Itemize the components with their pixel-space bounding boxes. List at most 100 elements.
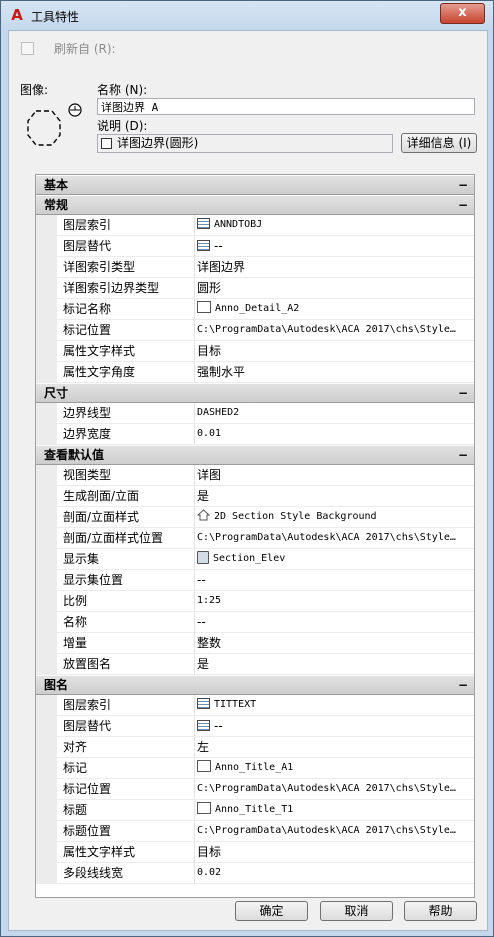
property-value-cell[interactable]: -- — [197, 570, 474, 590]
property-name: 显示集 — [63, 549, 195, 569]
collapse-icon[interactable]: − — [458, 676, 468, 694]
row-gutter — [36, 758, 57, 779]
property-row[interactable]: 对齐左 — [36, 737, 474, 758]
property-row[interactable]: 显示集 Section_Elev — [36, 549, 474, 570]
property-value: 1:25 — [197, 595, 222, 606]
property-value-cell[interactable]: C:\ProgramData\Autodesk\ACA 2017\chs\Sty… — [197, 779, 474, 799]
ok-button[interactable]: 确定 — [235, 901, 308, 921]
collapse-icon[interactable]: − — [458, 176, 468, 194]
property-row[interactable]: 标记 Anno_Title_A1 — [36, 758, 474, 779]
property-row[interactable]: 名称 -- — [36, 612, 474, 633]
description-field[interactable]: 详图边界(圆形) — [97, 134, 393, 153]
category-header[interactable]: 尺寸 − — [36, 383, 474, 403]
property-value-cell[interactable]: -- — [197, 612, 474, 632]
property-value-cell[interactable]: Anno_Title_A1 — [197, 758, 474, 778]
property-value-cell[interactable]: 目标 — [197, 341, 474, 361]
property-value: -- — [214, 239, 223, 253]
property-row[interactable]: 标记位置 C:\ProgramData\Autodesk\ACA 2017\chs… — [36, 320, 474, 341]
collapse-icon[interactable]: − — [458, 446, 468, 464]
property-row[interactable]: 生成剖面/立面是 — [36, 486, 474, 507]
property-value-cell[interactable]: TITTEXT — [197, 695, 474, 715]
detail-boundary-icon — [27, 103, 82, 146]
tool-image-preview[interactable] — [20, 101, 84, 157]
property-row[interactable]: 详图索引边界类型 圆形 — [36, 278, 474, 299]
property-row[interactable]: 边界线型 DASHED2 — [36, 403, 474, 424]
property-value-cell[interactable]: C:\ProgramData\Autodesk\ACA 2017\chs\Sty… — [197, 528, 474, 548]
property-row[interactable]: 属性文字样式 目标 — [36, 842, 474, 863]
property-row[interactable]: 图层索引 ANNDTOBJ — [36, 215, 474, 236]
property-name: 边界线型 — [63, 403, 195, 423]
property-value: -- — [214, 719, 223, 733]
name-input[interactable]: 详图边界 A — [97, 98, 475, 115]
property-value-cell[interactable]: 0.01 — [197, 424, 474, 444]
cancel-button[interactable]: 取消 — [320, 901, 393, 921]
property-row[interactable]: 图层索引 TITTEXT — [36, 695, 474, 716]
row-gutter — [36, 465, 57, 486]
property-row[interactable]: 标记名称 Anno_Detail_A2 — [36, 299, 474, 320]
description-text: 详图边界(圆形) — [117, 136, 199, 150]
property-name: 图层索引 — [63, 695, 195, 715]
property-value-cell[interactable]: DASHED2 — [197, 403, 474, 423]
category-header[interactable]: 图名 − — [36, 675, 474, 695]
title-bar[interactable]: A 工具特性 x — [1, 1, 493, 31]
window-title: 工具特性 — [31, 10, 80, 24]
property-value-cell[interactable]: 0.02 — [197, 863, 474, 883]
property-row[interactable]: 增量 整数 — [36, 633, 474, 654]
row-gutter — [36, 737, 57, 758]
property-value-cell[interactable]: ANNDTOBJ — [197, 215, 474, 235]
close-button[interactable]: x — [440, 3, 485, 24]
property-row[interactable]: 图层替代 -- — [36, 236, 474, 257]
collapse-icon[interactable]: − — [458, 196, 468, 214]
property-value-cell[interactable]: 圆形 — [197, 278, 474, 298]
refresh-from-checkbox[interactable] — [21, 42, 34, 55]
property-value-cell[interactable]: 详图边界 — [197, 257, 474, 277]
property-value-cell[interactable]: C:\ProgramData\Autodesk\ACA 2017\chs\Sty… — [197, 821, 474, 841]
property-row[interactable]: 多段线线宽 0.02 — [36, 863, 474, 884]
property-value-cell[interactable]: 详图 — [197, 465, 474, 485]
category-header[interactable]: 查看默认值 − — [36, 445, 474, 465]
property-value-cell[interactable]: 整数 — [197, 633, 474, 653]
property-value-cell[interactable]: Anno_Detail_A2 — [197, 299, 474, 319]
details-button[interactable]: 详细信息 (I) — [401, 133, 477, 153]
property-value-cell[interactable]: C:\ProgramData\Autodesk\ACA 2017\chs\Sty… — [197, 320, 474, 340]
property-row[interactable]: 标题位置 C:\ProgramData\Autodesk\ACA 2017\chs… — [36, 821, 474, 842]
property-value-cell[interactable]: 左 — [197, 737, 474, 757]
property-row[interactable]: 标题 Anno_Title_T1 — [36, 800, 474, 821]
help-button[interactable]: 帮助 — [404, 901, 477, 921]
property-row[interactable]: 显示集位置 -- — [36, 570, 474, 591]
property-row[interactable]: 比例 1:25 — [36, 591, 474, 612]
property-value: Anno_Title_T1 — [215, 804, 294, 815]
property-value-cell[interactable]: 1:25 — [197, 591, 474, 611]
property-row[interactable]: 视图类型 详图 — [36, 465, 474, 486]
property-name: 显示集位置 — [63, 570, 195, 590]
property-value-cell[interactable]: Anno_Title_T1 — [197, 800, 474, 820]
row-gutter — [36, 403, 57, 424]
property-value-cell[interactable]: 目标 — [197, 842, 474, 862]
image-label: 图像: — [20, 83, 49, 97]
property-row[interactable]: 详图索引类型 详图边界 — [36, 257, 474, 278]
property-name: 标记位置 — [63, 779, 195, 799]
property-row[interactable]: 剖面/立面样式位置 C:\ProgramData\Autodesk\ACA 201… — [36, 528, 474, 549]
property-value-cell[interactable]: -- — [197, 236, 474, 256]
description-label: 说明 (D): — [97, 119, 148, 133]
row-gutter — [36, 528, 57, 549]
property-row[interactable]: 边界宽度 0.01 — [36, 424, 474, 445]
category-header[interactable]: 基本 − — [36, 175, 474, 195]
property-row[interactable]: 标记位置 C:\ProgramData\Autodesk\ACA 2017\chs… — [36, 779, 474, 800]
category-header[interactable]: 常规 − — [36, 195, 474, 215]
property-row[interactable]: 放置图名是 — [36, 654, 474, 675]
property-value-cell[interactable]: 2D Section Style Background — [197, 507, 474, 527]
property-row[interactable]: 剖面/立面样式 2D Section Style Background — [36, 507, 474, 528]
collapse-icon[interactable]: − — [458, 384, 468, 402]
property-row[interactable]: 属性文字样式 目标 — [36, 341, 474, 362]
property-name: 标题位置 — [63, 821, 195, 841]
property-value-cell[interactable]: 是 — [197, 486, 474, 506]
property-row[interactable]: 图层替代 -- — [36, 716, 474, 737]
property-value-cell[interactable]: -- — [197, 716, 474, 736]
property-row[interactable]: 属性文字角度 强制水平 — [36, 362, 474, 383]
row-gutter — [36, 424, 57, 445]
property-name: 详图索引边界类型 — [63, 278, 195, 298]
property-value-cell[interactable]: 是 — [197, 654, 474, 674]
property-value-cell[interactable]: Section_Elev — [197, 549, 474, 569]
property-value-cell[interactable]: 强制水平 — [197, 362, 474, 382]
